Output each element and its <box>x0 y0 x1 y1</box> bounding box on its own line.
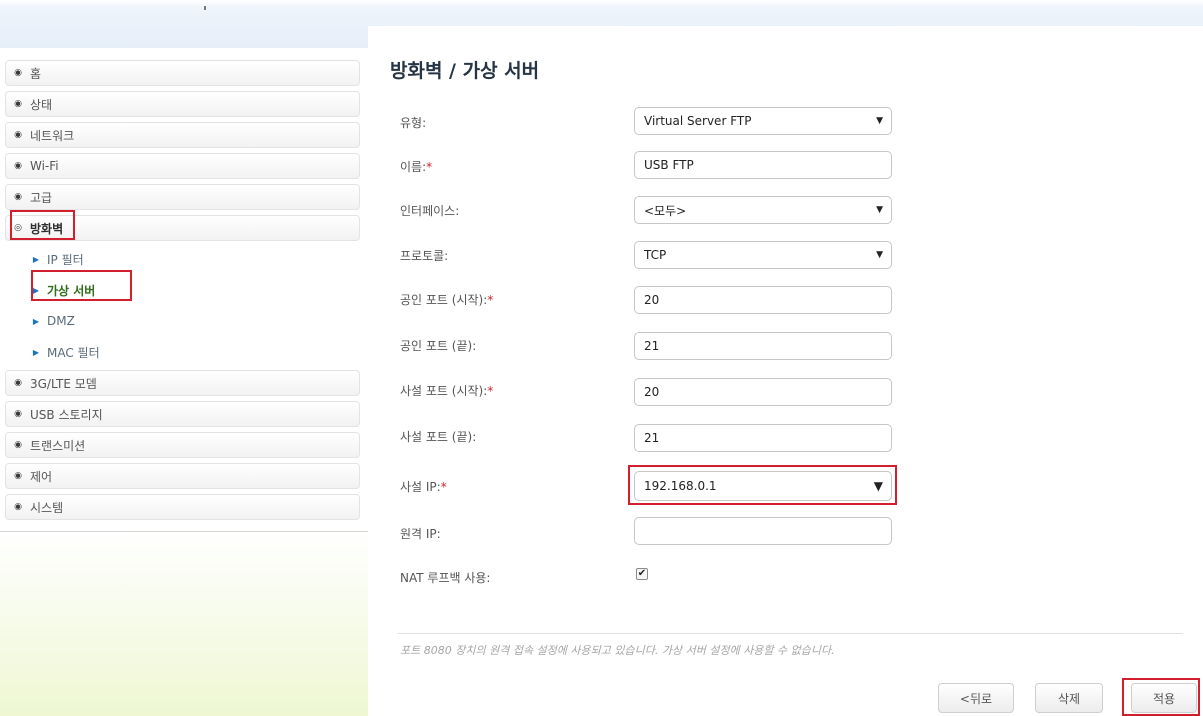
sidebar-item-firewall[interactable]: ◎ 방화벽 <box>5 215 360 241</box>
circle-arrow-icon: ◉ <box>14 440 22 450</box>
private-port-end-label: 사설 포트 (끝): <box>400 430 477 444</box>
main-content: 방화벽 / 가상 서버 유형: Virtual Server FTP ▼ 이름:… <box>368 26 1203 716</box>
dropdown-arrow-icon: ▼ <box>876 116 883 126</box>
private-ip-select-value: 192.168.0.1 <box>644 479 717 493</box>
sidebar: ◉ 홈 ◉ 상태 ◉ 네트워크 ◉ Wi-Fi ◉ 고급 ◎ 방화벽 ▶ IP … <box>0 48 368 716</box>
divider-line <box>398 633 1183 634</box>
private-port-end-input[interactable]: 21 <box>634 424 892 452</box>
checkmark-icon: ✔ <box>637 568 647 579</box>
sidebar-subitem-dmz[interactable]: ▶ DMZ <box>5 308 360 334</box>
circle-arrow-icon: ◉ <box>14 502 22 512</box>
public-port-start-label: 공인 포트 (시작):* <box>400 293 494 307</box>
type-label: 유형: <box>400 116 427 130</box>
triangle-right-icon: ▶ <box>32 254 40 264</box>
circle-arrow-icon: ◉ <box>14 161 22 171</box>
type-select-value: Virtual Server FTP <box>644 114 752 128</box>
sidebar-item-label: 제어 <box>30 469 53 484</box>
type-select[interactable]: Virtual Server FTP ▼ <box>634 107 892 135</box>
sidebar-item-system[interactable]: ◉ 시스템 <box>5 494 360 520</box>
sidebar-item-usb-storage[interactable]: ◉ USB 스토리지 <box>5 401 360 427</box>
protocol-select[interactable]: TCP ▼ <box>634 241 892 269</box>
circle-arrow-icon: ◉ <box>14 378 22 388</box>
apply-button[interactable]: 적용 <box>1131 683 1197 713</box>
sidebar-subitem-mac-filter[interactable]: ▶ MAC 필터 <box>5 339 360 365</box>
sidebar-item-label: DMZ <box>47 314 75 328</box>
circle-arrow-icon: ◉ <box>14 409 22 419</box>
public-port-end-input[interactable]: 21 <box>634 332 892 360</box>
sidebar-item-label: 가상 서버 <box>47 283 96 298</box>
circle-arrow-icon: ◉ <box>14 192 22 202</box>
sidebar-item-label: 방화벽 <box>30 221 64 236</box>
sidebar-item-label: 홈 <box>30 66 42 81</box>
delete-button-label: 삭제 <box>1057 691 1081 706</box>
sidebar-item-control[interactable]: ◉ 제어 <box>5 463 360 489</box>
circle-arrow-icon: ◉ <box>14 99 22 109</box>
sidebar-item-home[interactable]: ◉ 홈 <box>5 60 360 86</box>
interface-select-value: <모두> <box>644 203 687 218</box>
interface-label: 인터페이스: <box>400 204 460 218</box>
name-label: 이름:* <box>400 160 433 174</box>
back-button[interactable]: <뒤로 <box>938 683 1014 713</box>
private-port-end-value: 21 <box>644 431 660 445</box>
sidebar-item-label: Wi-Fi <box>30 159 59 173</box>
sidebar-item-label: 트랜스미션 <box>30 438 86 453</box>
delete-button[interactable]: 삭제 <box>1035 683 1103 713</box>
circle-arrow-down-icon: ◎ <box>14 223 22 233</box>
triangle-right-icon: ▶ <box>32 285 40 295</box>
sidebar-item-label: 상태 <box>30 97 53 112</box>
top-bar-mark <box>204 6 206 10</box>
circle-arrow-icon: ◉ <box>14 68 22 78</box>
dropdown-arrow-icon: ▼ <box>873 479 883 493</box>
sidebar-item-status[interactable]: ◉ 상태 <box>5 91 360 117</box>
page-title: 방화벽 / 가상 서버 <box>390 60 540 82</box>
private-port-start-label: 사설 포트 (시작):* <box>400 384 494 398</box>
dropdown-arrow-icon: ▼ <box>876 205 883 215</box>
sidebar-item-advanced[interactable]: ◉ 고급 <box>5 184 360 210</box>
sidebar-item-label: 시스템 <box>30 500 64 515</box>
sidebar-item-label: MAC 필터 <box>47 345 100 360</box>
private-ip-select[interactable]: 192.168.0.1 ▼ <box>634 471 892 501</box>
public-port-end-value: 21 <box>644 339 660 353</box>
name-input-value: USB FTP <box>644 158 694 172</box>
protocol-select-value: TCP <box>644 248 667 262</box>
nat-loopback-label: NAT 루프백 사용: <box>400 571 491 585</box>
private-ip-label: 사설 IP:* <box>400 480 447 494</box>
protocol-label: 프로토콜: <box>400 249 449 263</box>
sidebar-divider <box>0 531 368 532</box>
sidebar-item-network[interactable]: ◉ 네트워크 <box>5 122 360 148</box>
sidebar-item-label: 고급 <box>30 190 53 205</box>
public-port-end-label: 공인 포트 (끝): <box>400 339 477 353</box>
nat-loopback-checkbox[interactable]: ✔ <box>636 568 648 580</box>
sidebar-item-3g-lte-modem[interactable]: ◉ 3G/LTE 모뎀 <box>5 370 360 396</box>
sidebar-item-wifi[interactable]: ◉ Wi-Fi <box>5 153 360 179</box>
sidebar-item-label: 3G/LTE 모뎀 <box>30 376 97 391</box>
name-input[interactable]: USB FTP <box>634 151 892 179</box>
remote-ip-input[interactable] <box>634 517 892 545</box>
dropdown-arrow-icon: ▼ <box>876 250 883 260</box>
triangle-right-icon: ▶ <box>32 316 40 326</box>
apply-button-label: 적용 <box>1152 691 1176 706</box>
public-port-start-input[interactable]: 20 <box>634 286 892 314</box>
public-port-start-value: 20 <box>644 293 660 307</box>
interface-select[interactable]: <모두> ▼ <box>634 196 892 224</box>
sidebar-subitem-ip-filter[interactable]: ▶ IP 필터 <box>5 246 360 272</box>
sidebar-item-label: 네트워크 <box>30 128 75 143</box>
triangle-right-icon: ▶ <box>32 347 40 357</box>
sidebar-item-transmission[interactable]: ◉ 트랜스미션 <box>5 432 360 458</box>
back-button-label: <뒤로 <box>959 691 993 706</box>
private-port-start-value: 20 <box>644 385 660 399</box>
sidebar-subitem-virtual-server[interactable]: ▶ 가상 서버 <box>5 277 360 303</box>
sidebar-item-label: IP 필터 <box>47 252 84 267</box>
sidebar-item-label: USB 스토리지 <box>30 407 103 422</box>
private-port-start-input[interactable]: 20 <box>634 378 892 406</box>
circle-arrow-icon: ◉ <box>14 471 22 481</box>
sidebar-menu: ◉ 홈 ◉ 상태 ◉ 네트워크 ◉ Wi-Fi ◉ 고급 ◎ 방화벽 ▶ IP … <box>5 60 360 525</box>
remote-ip-label: 원격 IP: <box>400 527 441 541</box>
circle-arrow-icon: ◉ <box>14 130 22 140</box>
port-warning-note: 포트 8080 장치의 원격 접속 설정에 사용되고 있습니다. 가상 서버 설… <box>400 644 835 657</box>
